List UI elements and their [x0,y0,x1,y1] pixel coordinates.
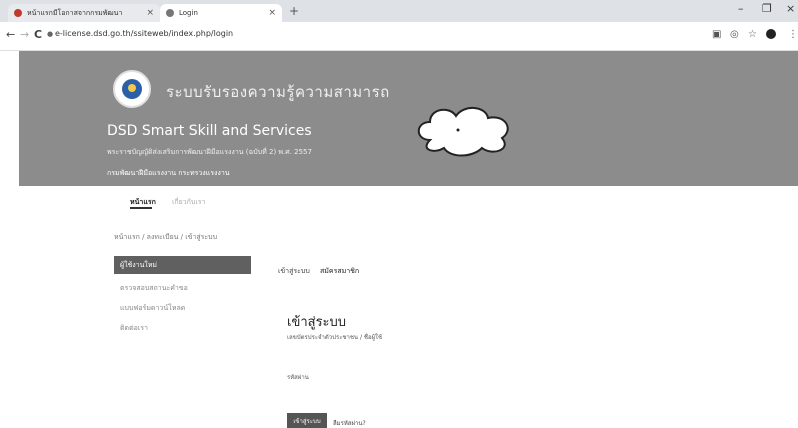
app-title: DSD Smart Skill and Services [107,123,312,139]
cloud-illustration-icon [417,107,509,157]
menu-icon[interactable]: ⋮ [788,29,798,40]
password-input[interactable] [287,382,591,398]
login-heading: เข้าสู่ระบบ [287,315,347,330]
sidebar-item-download-forms[interactable]: แบบฟอร์มดาวน์โหลด [120,303,185,314]
dsd-logo-icon [113,70,151,108]
back-button[interactable]: ← [6,28,15,41]
tab-title: Login [179,9,198,17]
sidebar-item-new-user[interactable]: ผู้ใช้งานใหม่ [114,256,251,274]
browser-tab-1[interactable]: หน้าแรกมีโอกาสจากกรมพัฒนา × [8,4,160,22]
close-tab-icon[interactable]: × [146,8,154,18]
login-button[interactable]: เข้าสู่ระบบ [287,413,327,428]
banner-department: กรมพัฒนาฝีมือแรงงาน กระทรวงแรงงาน [107,169,230,177]
site-favicon-icon [14,9,22,17]
profile-avatar[interactable] [766,29,776,39]
password-label: รหัสผ่าน [287,374,309,381]
close-window-button[interactable]: × [786,2,795,15]
globe-icon [166,9,174,17]
bookmark-star-icon[interactable]: ☆ [748,29,757,40]
minimize-button[interactable]: – [738,2,744,15]
translate-icon[interactable]: ▣ [712,29,721,40]
forward-button[interactable]: → [20,28,29,41]
username-label: เลขบัตรประจำตัวประชาชน / ชื่อผู้ใช้ [287,334,383,341]
maximize-button[interactable]: ❐ [762,2,772,15]
tab-title: หน้าแรกมีโอกาสจากกรมพัฒนา [27,8,123,17]
tab-register[interactable]: สมัครสมาชิก [320,266,359,277]
username-input[interactable] [287,342,591,358]
sidebar-item-contact[interactable]: ติดต่อเรา [120,323,148,334]
url-input[interactable]: e-license.dsd.go.th/ssiteweb/index.php/l… [55,29,233,38]
sidebar-item-check-status[interactable]: ตรวจสอบสถานะคำขอ [120,283,188,294]
new-tab-button[interactable]: + [289,4,299,18]
nav-about[interactable]: เกี่ยวกับเรา [172,197,205,208]
lock-icon[interactable]: ● [47,30,53,38]
zoom-icon[interactable]: ◎ [730,29,739,40]
close-tab-icon[interactable]: × [268,8,276,18]
banner-subtitle: พระราชบัญญัติส่งเสริมการพัฒนาฝีมือแรงงาน… [107,148,312,156]
nav-active-indicator [130,207,152,209]
tab-login[interactable]: เข้าสู่ระบบ [278,266,310,277]
breadcrumb[interactable]: หน้าแรก / ลงทะเบียน / เข้าสู่ระบบ [114,232,217,243]
forgot-password-link[interactable]: ลืมรหัสผ่าน? [333,418,366,428]
system-title: ระบบรับรองความรู้ความสามารถ [166,83,390,101]
browser-tab-2[interactable]: Login × [160,4,282,22]
reload-button[interactable]: C [34,28,42,41]
